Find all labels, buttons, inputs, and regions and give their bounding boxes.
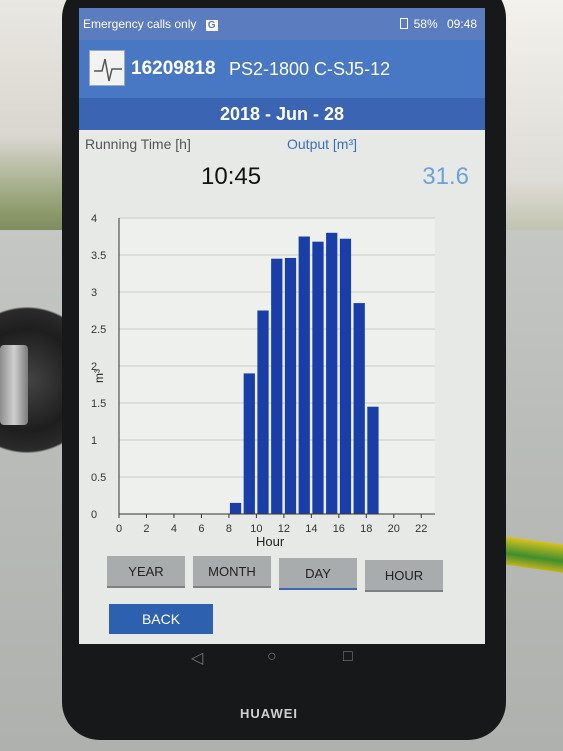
device-id: 16209818 — [131, 58, 216, 79]
android-nav-bar: ◁ ○ □ — [79, 644, 485, 674]
background-bolt — [0, 345, 28, 425]
year-button[interactable]: YEAR — [107, 556, 185, 586]
back-button[interactable]: BACK — [109, 604, 213, 634]
y-tick-label: 4 — [91, 213, 97, 225]
y-tick-label: 1 — [91, 435, 97, 447]
x-tick-label: 6 — [198, 523, 204, 535]
day-button[interactable]: DAY — [279, 558, 357, 588]
output-value: 31.6 — [422, 163, 469, 190]
status-right: 58% 09:48 — [400, 17, 477, 31]
bar-hour-17 — [353, 303, 365, 514]
bar-hour-12 — [284, 257, 297, 514]
status-text: Emergency calls only — [83, 17, 197, 31]
output-label: Output [m³] — [287, 136, 358, 152]
date-label: 2018 - Jun - 28 — [219, 104, 345, 124]
y-tick-label: 0.5 — [91, 472, 106, 484]
battery-level: 58% — [413, 17, 438, 31]
bar-hour-15 — [326, 232, 338, 515]
date-bar[interactable]: 2018 - Jun - 28 — [79, 98, 485, 130]
sim-badge: G — [205, 20, 218, 31]
battery-icon — [400, 18, 409, 29]
x-tick-label: 2 — [143, 523, 149, 535]
x-tick-label: 20 — [388, 523, 400, 535]
bar-hour-16 — [339, 238, 352, 514]
y-tick-label: 1.5 — [91, 398, 106, 410]
x-tick-label: 4 — [171, 523, 177, 535]
pulse-icon — [89, 50, 125, 86]
x-tick-label: 18 — [360, 523, 372, 535]
brand-logo: HUAWEI — [240, 706, 298, 721]
y-tick-label: 3 — [91, 287, 97, 299]
clock-time: 09:48 — [446, 17, 477, 31]
bar-hour-10 — [257, 310, 269, 514]
status-left: Emergency calls only G — [83, 17, 218, 31]
bar-hour-14 — [312, 241, 324, 514]
bar-hour-13 — [298, 236, 310, 514]
x-tick-label: 16 — [333, 523, 345, 535]
x-axis-label: Hour — [256, 534, 285, 548]
y-tick-label: 0 — [91, 509, 97, 521]
hourly-output-chart: 00.511.522.533.540 2 4 6 8 10 12 14 16 18 20 22Hour… — [91, 213, 435, 548]
x-tick-label: 22 — [415, 523, 427, 535]
nav-back-icon[interactable]: ◁ — [191, 648, 203, 668]
y-tick-label: 3.5 — [91, 250, 106, 262]
bar-hour-9 — [243, 373, 255, 514]
y-tick-label: 2.5 — [91, 324, 106, 336]
x-tick-label: 0 — [116, 523, 122, 535]
phone-screen: Emergency calls only G 58% 09:48 1620981… — [79, 8, 485, 644]
y-axis-label: m³ — [92, 369, 106, 383]
x-tick-label: 14 — [305, 523, 317, 535]
running-time-label: Running Time [h] — [85, 136, 191, 152]
running-time-value: 10:45 — [201, 163, 262, 190]
bar-hour-18 — [367, 406, 379, 514]
app-header: 16209818 PS2-1800 C-SJ5-12 — [79, 40, 485, 98]
bar-hour-8 — [229, 502, 242, 514]
hour-button[interactable]: HOUR — [365, 560, 443, 590]
month-button[interactable]: MONTH — [193, 556, 271, 586]
device-model: PS2-1800 C-SJ5-12 — [229, 59, 391, 79]
status-bar: Emergency calls only G 58% 09:48 — [79, 8, 485, 40]
nav-home-icon[interactable]: ○ — [267, 648, 277, 666]
x-tick-label: 8 — [226, 523, 232, 535]
bar-hour-11 — [271, 258, 283, 514]
nav-recent-icon[interactable]: □ — [343, 648, 353, 666]
